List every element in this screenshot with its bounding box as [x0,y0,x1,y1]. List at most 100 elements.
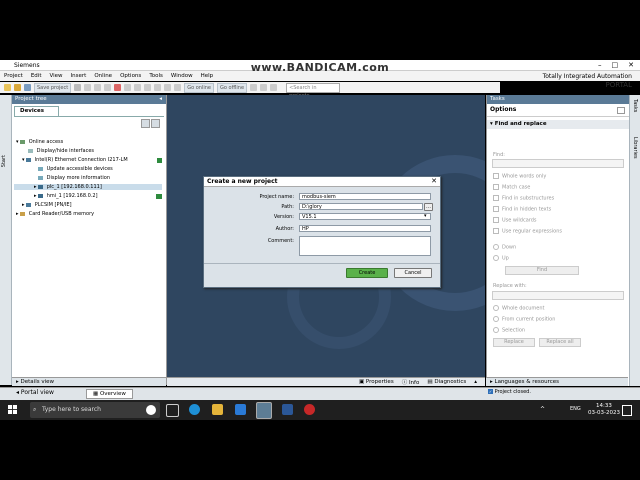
cut-icon[interactable] [84,84,92,91]
tree-item-update-accessible-devices[interactable]: Update accessible devices [38,166,113,172]
chevron-down-icon[interactable]: ▾ [424,213,427,219]
bandicam-record-icon[interactable] [304,404,315,415]
upload-icon[interactable] [164,84,172,91]
simulation-icon[interactable] [174,84,182,91]
tasks-vertical-tab[interactable]: Tasks [632,99,638,112]
collapse-panel-icon[interactable]: ◂ [159,95,162,104]
tree-view-icon[interactable] [141,119,150,128]
libraries-vertical-tab[interactable]: Libraries [632,137,638,159]
language-indicator[interactable]: ENG [570,406,581,412]
expand-arrow-icon[interactable]: ▸ [22,202,25,208]
word-icon[interactable] [282,404,293,415]
find-input[interactable] [492,159,624,168]
task-view-icon[interactable] [166,404,179,417]
delete-icon[interactable] [114,84,122,91]
create-button[interactable]: Create [346,268,388,278]
go-offline-button[interactable]: Go offline [217,82,248,93]
tab-diagnostics[interactable]: ▤ Diagnostics [427,379,466,385]
menu-view[interactable]: View [45,73,66,79]
download-icon[interactable] [154,84,162,91]
stop-cpu-icon[interactable] [260,84,268,91]
expand-arrow-icon[interactable]: ▾ [22,157,25,163]
dialog-close-icon[interactable]: ✕ [430,177,438,185]
redo-icon[interactable] [134,84,142,91]
match-case-checkbox[interactable]: Match case [493,184,530,191]
options-layout-icon[interactable] [617,107,625,114]
expand-arrow-icon[interactable]: ▸ [34,193,37,199]
tree-item-ethernet-connection[interactable]: ▾ Intel(R) Ethernet Connection I217-LM [22,157,128,163]
save-icon[interactable] [24,84,31,91]
expand-arrow-icon[interactable]: ▸ [16,211,19,217]
direction-down-radio[interactable]: Down [493,244,516,251]
tree-item-card-reader[interactable]: ▸ Card Reader/USB memory [16,211,94,217]
save-project-button[interactable]: Save project [34,82,72,93]
accessible-devices-icon[interactable] [250,84,258,91]
taskbar-search-input[interactable]: ⌕ Type here to search [30,402,160,418]
tree-item-hmi-1[interactable]: ▸ hmi_1 [192.168.0.2] [34,193,98,199]
browse-path-button[interactable]: … [424,203,433,211]
start-vertical-tab[interactable]: Start [0,95,12,385]
edge-browser-icon[interactable] [189,404,200,415]
windows-start-icon[interactable] [8,405,17,414]
undo-icon[interactable] [124,84,132,91]
notification-icon[interactable] [622,405,632,416]
portal-view-button[interactable]: ◂ Portal view [16,389,54,396]
new-project-icon[interactable] [4,84,11,91]
expand-arrow-icon[interactable]: ▾ [16,139,19,145]
replace-all-button[interactable]: Replace all [539,338,581,347]
tab-devices[interactable]: Devices [14,106,59,116]
tree-item-plc-1[interactable]: ▸ plc_1 [192.168.0.111] [14,184,162,190]
print-icon[interactable] [74,84,82,91]
tree-item-display-hide-interfaces[interactable]: Display/hide interfaces [28,148,94,154]
tree-item-display-more-information[interactable]: Display more information [38,175,110,181]
comment-textarea[interactable] [299,236,431,256]
tab-info[interactable]: ⓘ Info [402,378,420,386]
copy-icon[interactable] [94,84,102,91]
tia-portal-taskbar-icon[interactable] [256,402,272,419]
regex-checkbox[interactable]: Use regular expressions [493,228,562,235]
split-editor-icon[interactable] [270,84,278,91]
replace-input[interactable] [492,291,624,300]
tree-add-icon[interactable] [151,119,160,128]
menu-help[interactable]: Help [197,73,218,79]
menu-window[interactable]: Window [167,73,197,79]
file-explorer-icon[interactable] [212,404,223,415]
open-project-icon[interactable] [14,84,21,91]
scope-whole-document-radio[interactable]: Whole document [493,305,544,312]
cancel-button[interactable]: Cancel [394,268,432,278]
details-view-bar[interactable]: ▸ Details view [12,377,166,386]
overview-tab[interactable]: ▦ Overview [86,389,133,399]
find-button[interactable]: Find [505,266,579,275]
compile-icon[interactable] [144,84,152,91]
scope-selection-radio[interactable]: Selection [493,327,525,334]
scope-current-position-radio[interactable]: From current position [493,316,555,323]
replace-button[interactable]: Replace [493,338,535,347]
go-online-button[interactable]: Go online [184,82,214,93]
tray-chevron-up-icon[interactable]: ^ [540,406,545,413]
direction-up-radio[interactable]: Up [493,255,509,262]
author-input[interactable]: HP [299,225,431,232]
paste-icon[interactable] [104,84,112,91]
find-hidden-texts-checkbox[interactable]: Find in hidden texts [493,206,551,213]
project-search-input[interactable]: <Search in project> [286,82,341,99]
menu-options[interactable]: Options [116,73,145,79]
whole-words-checkbox[interactable]: Whole words only [493,173,546,180]
tree-item-plcsim[interactable]: ▸ PLCSIM [PN/IE] [22,202,72,208]
clock[interactable]: 14:33 03-03-2023 [588,403,620,417]
menu-insert[interactable]: Insert [67,73,91,79]
find-replace-header[interactable]: ▾ Find and replace [487,120,629,129]
collapse-inspector-icon[interactable]: ▴ [474,379,477,385]
menu-online[interactable]: Online [90,73,116,79]
expand-arrow-icon[interactable]: ▸ [34,184,37,190]
languages-resources-bar[interactable]: ▸ Languages & resources [486,377,628,386]
project-name-input[interactable]: modbus-siem [299,193,431,200]
path-input[interactable]: D:\glory [299,203,423,210]
tab-properties[interactable]: ▣ Properties [359,379,394,385]
tree-item-online-access[interactable]: ▾ Online access [16,139,63,145]
version-select[interactable]: V15.1 [299,213,431,220]
use-wildcards-checkbox[interactable]: Use wildcards [493,217,537,224]
find-substructures-checkbox[interactable]: Find in substructures [493,195,554,202]
mail-icon[interactable] [235,404,246,415]
menu-project[interactable]: Project [0,73,27,79]
menu-edit[interactable]: Edit [27,73,46,79]
